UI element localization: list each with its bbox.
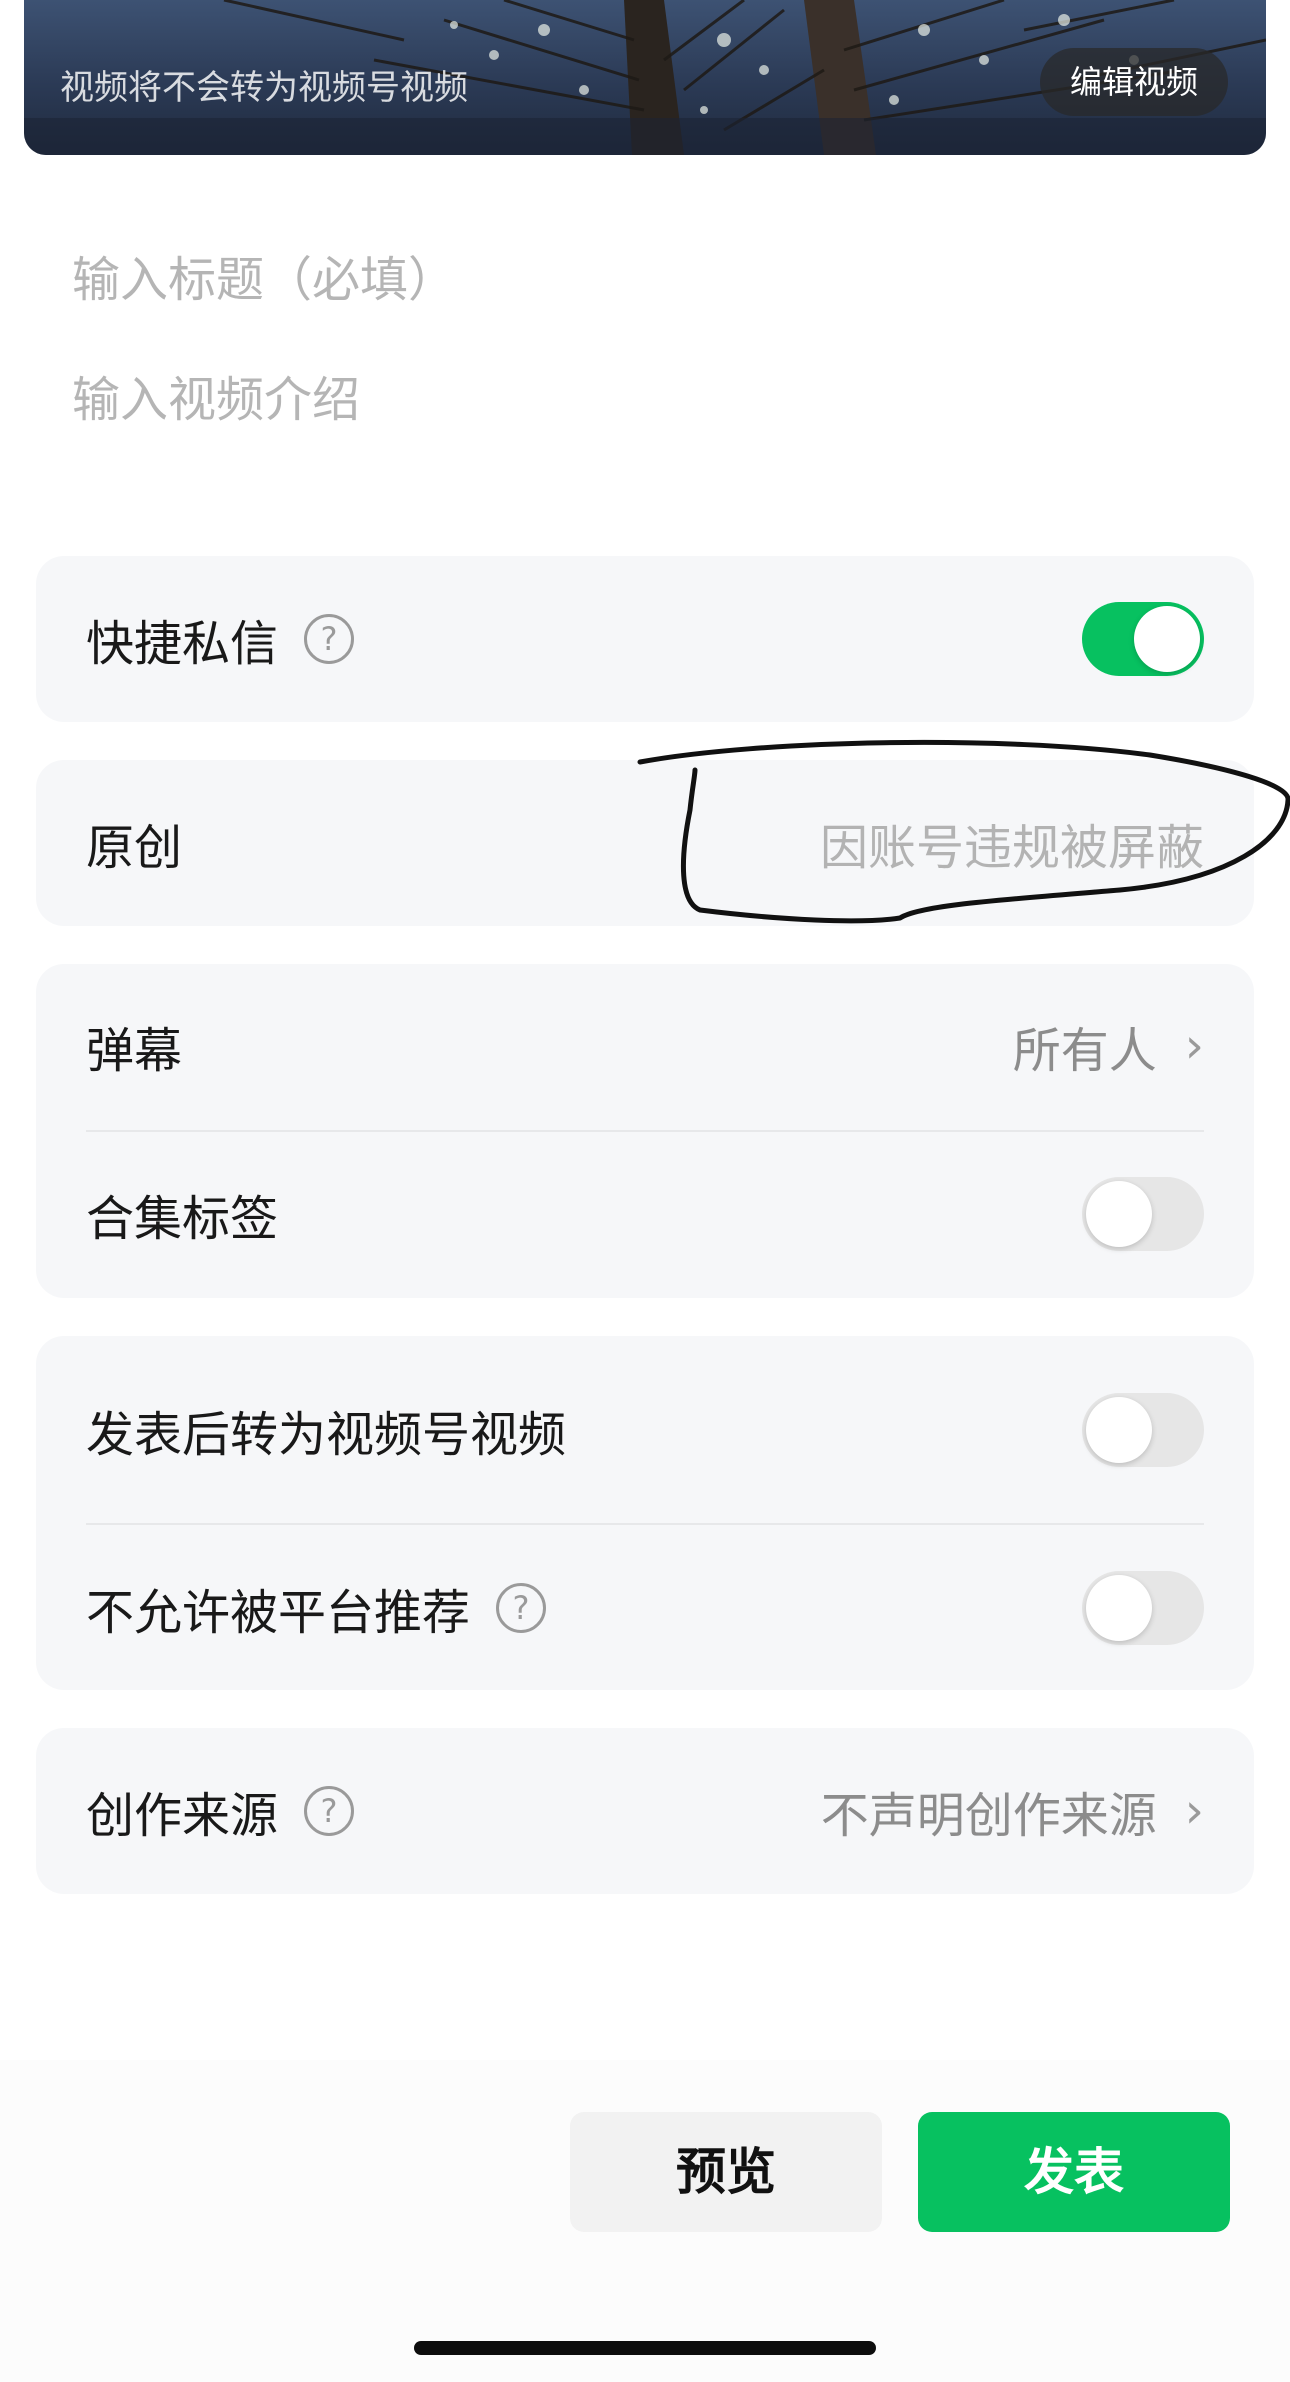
collection-tag-row: 合集标签 <box>86 1164 1204 1264</box>
original-status: 因账号违规被屏蔽 <box>819 820 1204 876</box>
creation-source-row[interactable]: 创作来源 ? 不声明创作来源 › <box>86 1761 1204 1861</box>
publish-options-card: 发表后转为视频号视频 不允许被平台推荐 ? <box>36 1336 1254 1690</box>
danmaku-value: 所有人 <box>1012 1023 1157 1079</box>
preview-button[interactable]: 预览 <box>570 2112 882 2232</box>
no-recommend-toggle[interactable] <box>1082 1571 1204 1645</box>
creation-source-value: 不声明创作来源 <box>820 1788 1157 1844</box>
home-indicator[interactable] <box>414 2341 876 2355</box>
chevron-right-icon: › <box>1184 1783 1204 1839</box>
video-conversion-note: 视频将不会转为视频号视频 <box>60 68 468 108</box>
danmaku-collection-card: 弹幕 所有人 › 合集标签 <box>36 964 1254 1298</box>
danmaku-row[interactable]: 弹幕 所有人 › <box>86 996 1204 1096</box>
help-icon[interactable]: ? <box>496 1583 547 1633</box>
no-recommend-label: 不允许被平台推荐 <box>86 1585 471 1641</box>
description-input[interactable]: 输入视频介绍 <box>72 360 1222 430</box>
danmaku-value-wrap: 所有人 › <box>1013 1011 1204 1081</box>
quick-message-toggle[interactable] <box>1082 602 1204 676</box>
divider <box>86 1130 1204 1132</box>
convert-label: 发表后转为视频号视频 <box>86 1407 567 1463</box>
collection-tag-label: 合集标签 <box>86 1191 279 1247</box>
edit-video-button[interactable]: 编辑视频 <box>1039 48 1228 116</box>
chevron-right-icon: › <box>1184 1018 1204 1074</box>
video-preview[interactable]: 视频将不会转为视频号视频 编辑视频 <box>24 0 1266 155</box>
toggle-knob <box>1134 606 1200 672</box>
danmaku-label: 弹幕 <box>86 1023 183 1079</box>
help-icon[interactable]: ? <box>304 614 355 664</box>
divider <box>86 1523 1204 1525</box>
quick-message-label: 快捷私信 <box>86 616 279 672</box>
toggle-knob <box>1086 1575 1152 1641</box>
original-label: 原创 <box>86 820 183 876</box>
help-icon[interactable]: ? <box>304 1786 355 1836</box>
creation-source-card: 创作来源 ? 不声明创作来源 › <box>36 1728 1254 1894</box>
toggle-knob <box>1086 1397 1152 1463</box>
no-recommend-row: 不允许被平台推荐 ? <box>86 1558 1204 1658</box>
original-card: 原创 因账号违规被屏蔽 <box>36 760 1254 926</box>
title-input[interactable]: 输入标题（必填） <box>72 240 1222 310</box>
toggle-knob <box>1086 1181 1152 1247</box>
no-recommend-label-wrap: 不允许被平台推荐 ? <box>86 1573 547 1643</box>
collection-tag-toggle[interactable] <box>1082 1177 1204 1251</box>
creation-source-value-wrap: 不声明创作来源 › <box>821 1776 1204 1846</box>
creation-source-label-wrap: 创作来源 ? <box>86 1776 355 1846</box>
quick-message-card: 快捷私信 ? <box>36 556 1254 722</box>
original-row[interactable]: 原创 因账号违规被屏蔽 <box>86 793 1204 893</box>
creation-source-label: 创作来源 <box>86 1788 279 1844</box>
quick-message-label-wrap: 快捷私信 ? <box>86 604 355 674</box>
convert-toggle[interactable] <box>1082 1393 1204 1467</box>
publish-button[interactable]: 发表 <box>918 2112 1230 2232</box>
quick-message-row: 快捷私信 ? <box>86 589 1204 689</box>
convert-row: 发表后转为视频号视频 <box>86 1380 1204 1480</box>
